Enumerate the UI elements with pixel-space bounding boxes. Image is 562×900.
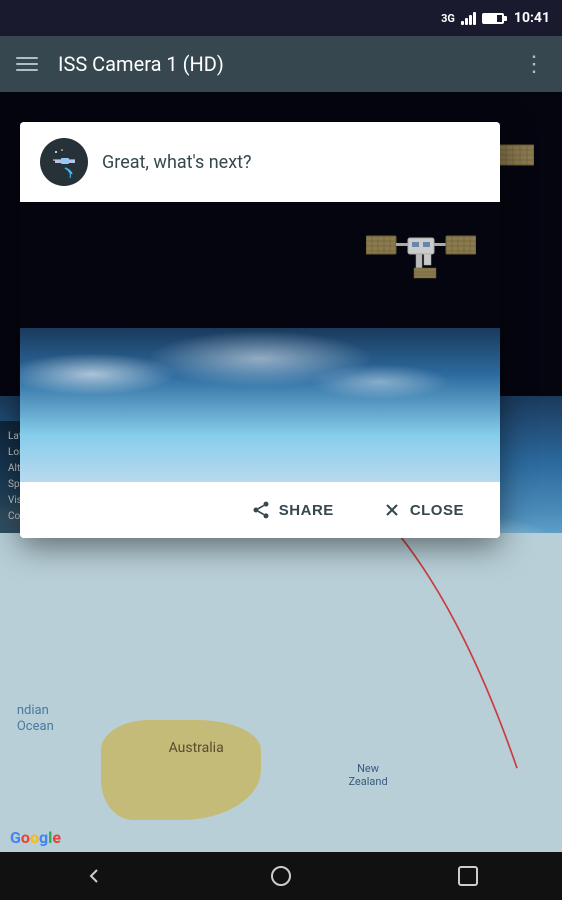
dialog-actions: SHARE CLOSE xyxy=(20,482,500,538)
dialog-overlay: Great, what's next? xyxy=(0,92,562,804)
signal-indicator: 3G xyxy=(441,12,455,25)
main-content: ndian Ocean Australia NewZealand Google … xyxy=(0,92,562,852)
share-icon xyxy=(251,500,271,520)
battery-icon xyxy=(482,13,504,24)
page-title: ISS Camera 1 (HD) xyxy=(58,52,523,76)
recents-button[interactable] xyxy=(448,856,488,896)
dialog-image xyxy=(20,202,500,482)
close-button[interactable]: CLOSE xyxy=(362,490,484,530)
dialog-iss xyxy=(366,224,476,294)
google-logo: Google xyxy=(10,828,61,847)
dialog-clouds xyxy=(20,328,500,482)
dialog-app-icon xyxy=(40,138,88,186)
menu-button[interactable] xyxy=(16,57,38,71)
nav-bar xyxy=(0,852,562,900)
share-button[interactable]: SHARE xyxy=(231,490,354,530)
clock: 10:41 xyxy=(514,10,550,26)
dialog-title: Great, what's next? xyxy=(102,152,252,173)
status-bar: 3G 10:41 xyxy=(0,0,562,36)
toolbar: ISS Camera 1 (HD) ⋮ xyxy=(0,36,562,92)
dialog-header: Great, what's next? xyxy=(20,122,500,202)
more-options-button[interactable]: ⋮ xyxy=(523,52,546,77)
close-icon xyxy=(382,500,402,520)
dialog: Great, what's next? xyxy=(20,122,500,538)
signal-bars xyxy=(461,11,476,25)
home-button[interactable] xyxy=(261,856,301,896)
back-button[interactable] xyxy=(74,856,114,896)
